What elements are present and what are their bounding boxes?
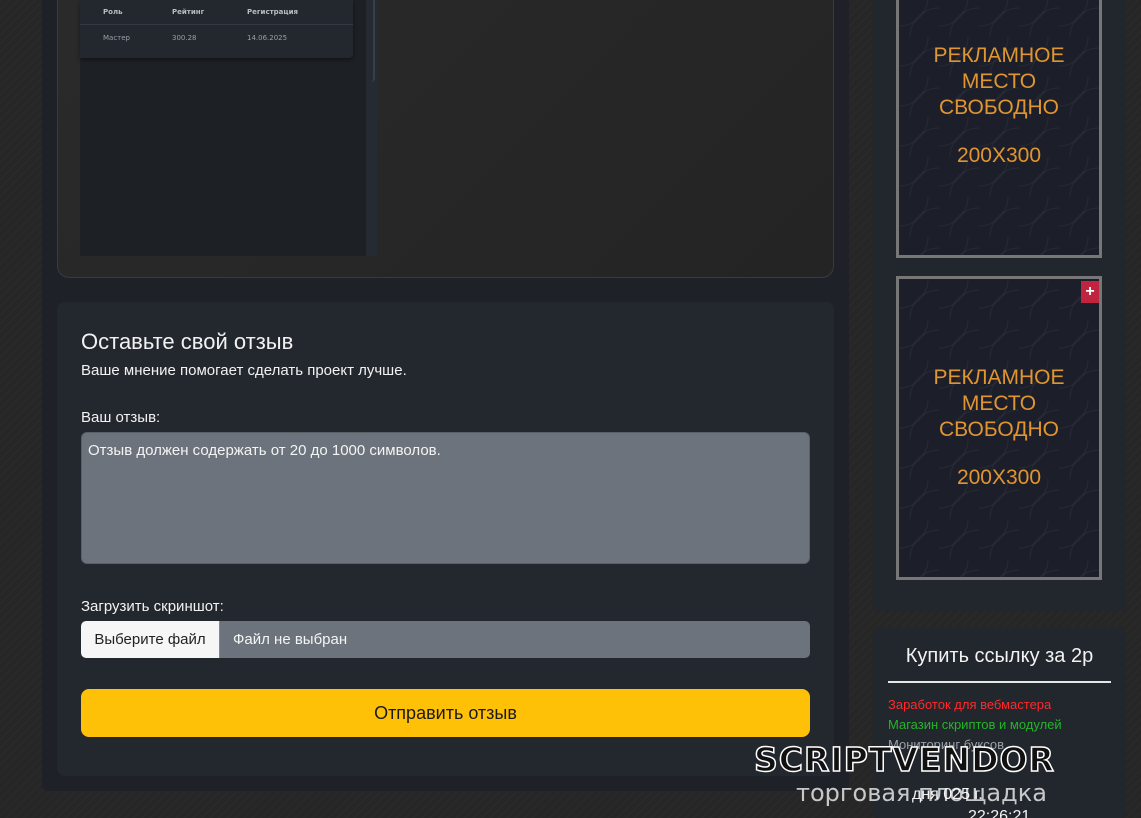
link-earnings[interactable]: Заработок для вебмастера — [888, 697, 1051, 712]
ad-text-line1: РЕКЛАМНОЕ — [933, 44, 1065, 67]
ad-text-line2: МЕСТО — [961, 70, 1037, 93]
watermark-logo: SCRIPTVENDOR — [753, 740, 1055, 779]
review-textarea-label: Ваш отзыв: — [81, 409, 161, 426]
submit-review-button[interactable]: Отправить отзыв — [81, 689, 810, 737]
preview-table: Роль Рейтинг Регистрация Мастер 300.28 1… — [80, 0, 353, 58]
sidebar-ads: РЕКЛАМНОЕ МЕСТО СВОБОДНО 200X300 + РЕКЛА… — [873, 0, 1126, 611]
preview-header-role: Роль — [103, 8, 123, 16]
plus-icon[interactable]: + — [1081, 281, 1099, 303]
choose-file-button[interactable]: Выберите файл — [81, 621, 220, 658]
preview-header-registration: Регистрация — [247, 8, 298, 16]
ad-text-line1: РЕКЛАМНОЕ — [933, 366, 1065, 389]
preview-cell-role: Мастер — [103, 33, 131, 42]
ad-size: 200X300 — [956, 144, 1042, 167]
ad-banner[interactable]: РЕКЛАМНОЕ МЕСТО СВОБОДНО 200X300 — [896, 0, 1102, 258]
preview-header-rating: Рейтинг — [172, 8, 205, 16]
main-column: Роль Рейтинг Регистрация Мастер 300.28 1… — [42, 0, 849, 791]
divider — [888, 681, 1111, 683]
screenshot-image[interactable]: Роль Рейтинг Регистрация Мастер 300.28 1… — [80, 0, 377, 256]
screenshot-preview-card: Роль Рейтинг Регистрация Мастер 300.28 1… — [57, 0, 834, 278]
watermark-subtitle: торговая площадка — [796, 779, 1047, 807]
preview-table-header: Роль Рейтинг Регистрация — [80, 0, 353, 25]
file-input[interactable]: Выберите файл Файл не выбран — [81, 621, 810, 658]
table-row: Мастер 300.28 14.06.2025 — [80, 25, 353, 50]
review-subtitle: Ваше мнение помогает сделать проект лучш… — [81, 362, 407, 379]
ad-text-line3: СВОБОДНО — [939, 418, 1059, 441]
preview-cell-registration: 14.06.2025 — [247, 33, 288, 42]
review-title: Оставьте свой отзыв — [81, 329, 294, 354]
link-scripts-shop[interactable]: Магазин скриптов и модулей — [888, 717, 1062, 732]
upload-label: Загрузить скриншот: — [81, 598, 224, 615]
ad-text-line3: СВОБОДНО — [939, 96, 1059, 119]
preview-divider — [371, 0, 375, 82]
ad-size: 200X300 — [956, 466, 1042, 489]
clock-time: 22:26:21 — [968, 808, 1031, 818]
ad-text-line2: МЕСТО — [961, 392, 1037, 415]
buy-link-title: Купить ссылку за 2р — [905, 645, 1094, 667]
ad-banner[interactable]: + РЕКЛАМНОЕ МЕСТО СВОБОДНО 200X300 — [896, 276, 1102, 580]
review-form: Оставьте свой отзыв Ваше мнение помогает… — [57, 302, 834, 776]
preview-cell-rating: 300.28 — [172, 33, 197, 42]
file-status: Файл не выбран — [233, 631, 348, 648]
review-textarea[interactable] — [81, 432, 810, 564]
